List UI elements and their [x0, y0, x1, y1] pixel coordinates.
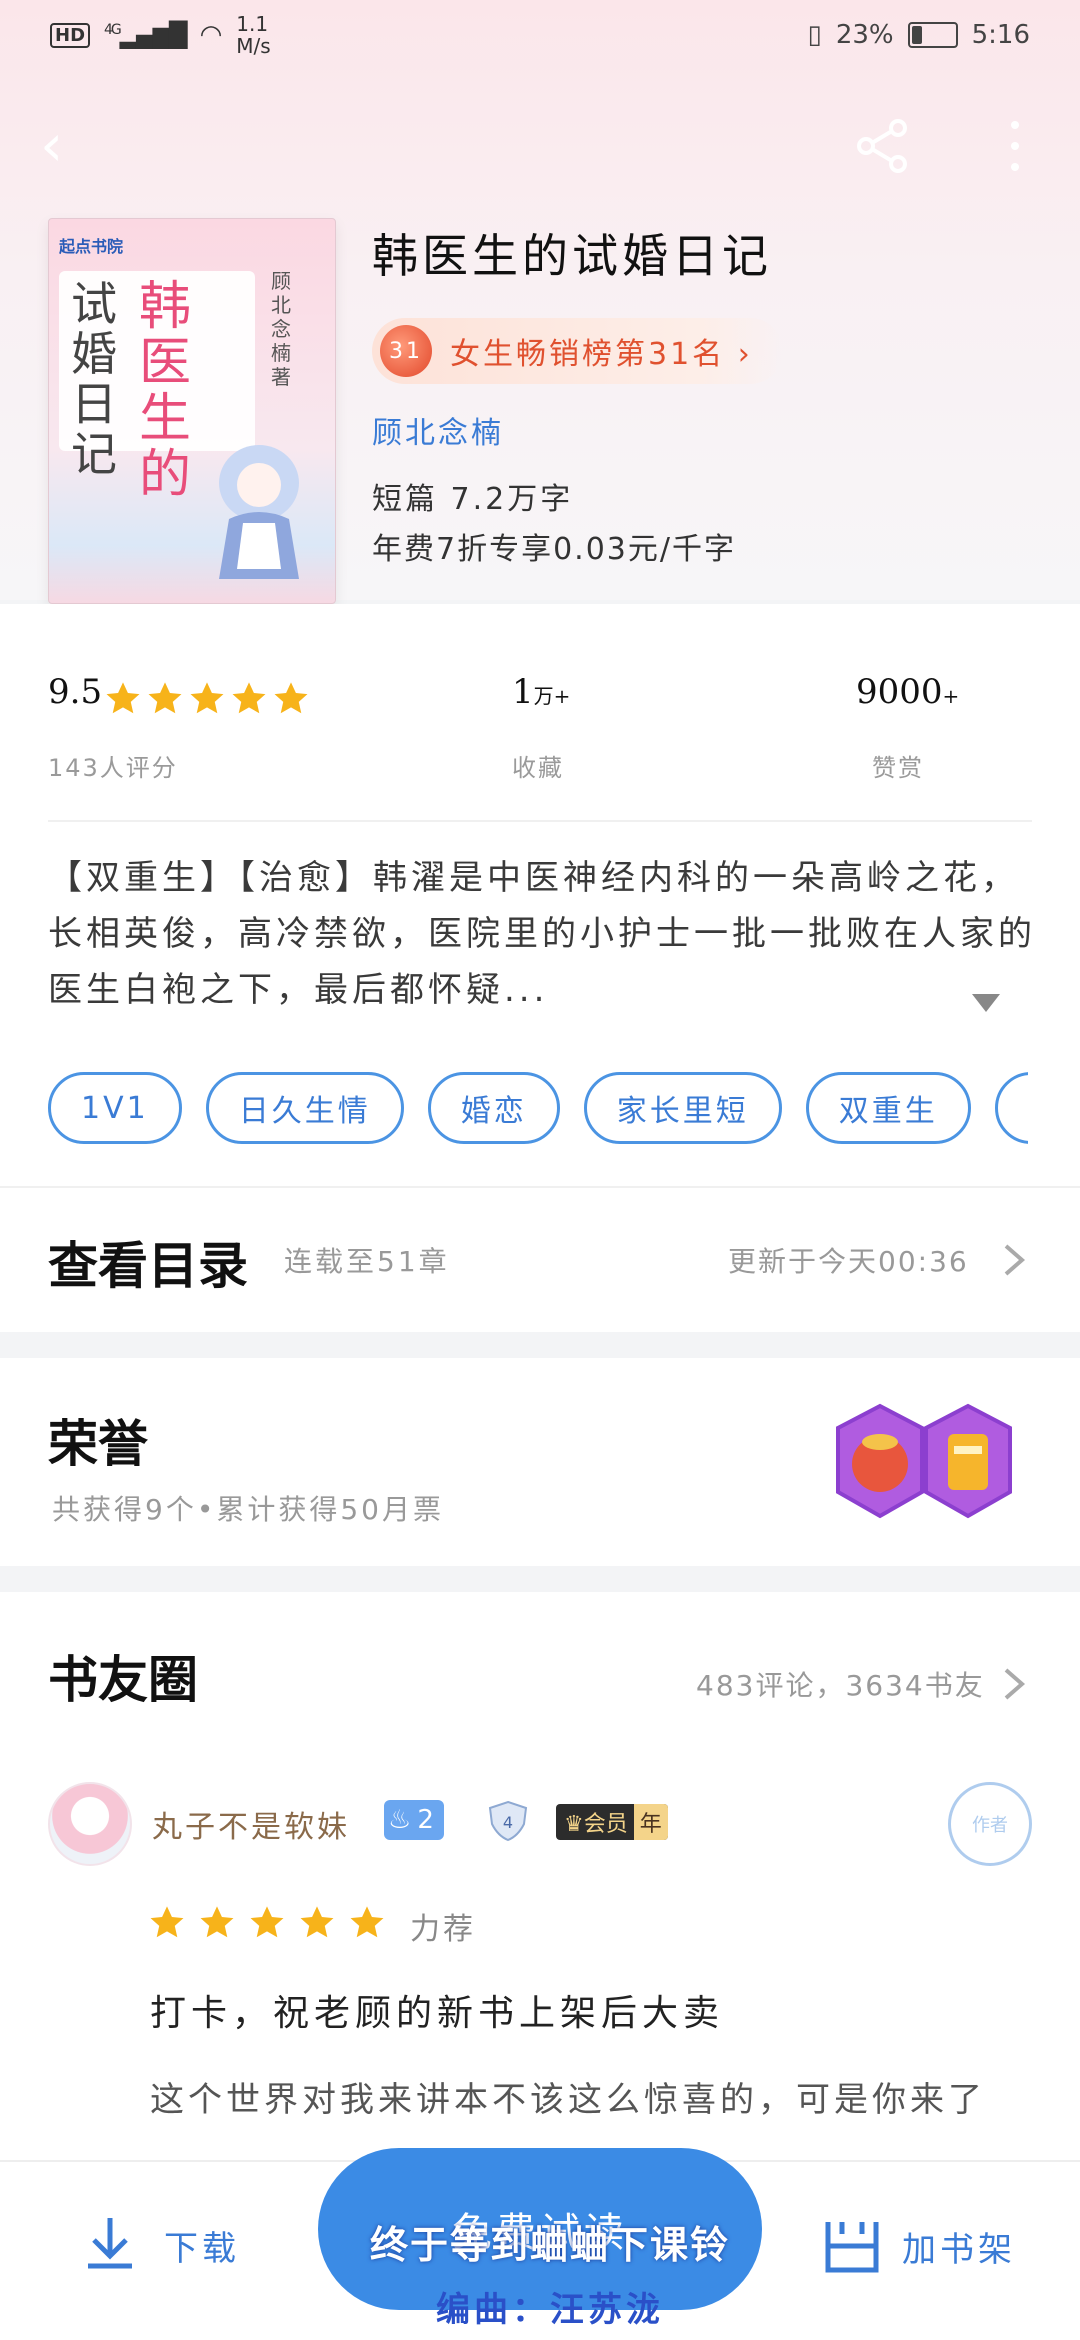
tag-list: 1V1 日久生情婚恋家长里短双重生甜宠	[48, 1072, 1028, 1148]
svg-text:4: 4	[503, 1813, 513, 1832]
rank-number: 31	[380, 325, 432, 377]
circle-stats[interactable]: 483评论，3634书友	[696, 1664, 985, 1704]
book-intro[interactable]: 【双重生】【治愈】韩濯是中医神经内科的一朵高岭之花，长相英俊，高冷禁欲，医院里的…	[48, 850, 1038, 1018]
book-cover[interactable]: 起点书院 试婚日记 韩医生的 顾北念楠 著	[48, 218, 336, 604]
honor-title: 荣誉	[48, 1415, 148, 1473]
catalog-updated: 更新于今天00:36	[728, 1245, 969, 1278]
star-icon	[274, 682, 308, 714]
catalog-title: 查看目录	[48, 1237, 248, 1295]
circle-title: 书友圈	[48, 1651, 198, 1709]
book-length: 短篇 7.2万字	[372, 482, 574, 517]
add-to-shelf-button[interactable]: 加书架	[820, 2214, 1016, 2278]
lyric-overlay-line2: 编曲：汪苏泷	[436, 2290, 664, 2330]
share-icon[interactable]	[850, 114, 914, 178]
collect-value: 1万+	[512, 672, 571, 712]
lyric-overlay-line1: 终于等到蛐蛐下课铃	[369, 2223, 730, 2267]
star-icon	[232, 682, 266, 714]
fan-level-badge: ♨ 2	[384, 1800, 444, 1840]
star-icon	[106, 682, 140, 714]
network-speed: 1.1 M/s	[236, 12, 271, 58]
cover-illustration	[219, 445, 299, 579]
review-title[interactable]: 打卡，祝老顾的新书上架后大卖	[150, 1984, 724, 2036]
bookshelf-icon	[825, 2222, 879, 2273]
cover-title-b: 韩医生的	[139, 277, 192, 505]
back-arrow-icon[interactable]: ‹	[40, 116, 90, 174]
cover-title-a: 试婚日记	[71, 277, 117, 481]
honor-badges-icon[interactable]	[830, 1398, 1030, 1528]
review-tag: 力荐	[410, 1912, 476, 1947]
tag-chip[interactable]: 双重生	[805, 1072, 971, 1144]
rank-badge[interactable]: 31 女生畅销榜第31名 ›	[372, 318, 783, 384]
status-bar: HD 4G▂▄▆█ ◠ 1.1 M/s ▯ 23% 5:16	[0, 0, 1080, 70]
rating-stars	[104, 680, 310, 718]
expand-caret-icon[interactable]	[972, 994, 1000, 1012]
author-stamp-icon: 作者	[948, 1782, 1032, 1866]
book-title: 韩医生的试婚日记	[372, 229, 772, 283]
tag-chip[interactable]: 婚恋	[427, 1072, 560, 1144]
rating-value: 9.5	[48, 672, 103, 712]
honor-summary: 共获得9个•累计获得50月票	[52, 1493, 444, 1526]
tag-chip[interactable]: 甜宠	[994, 1072, 1028, 1144]
battery-icon	[907, 22, 958, 48]
review-username[interactable]: 丸子不是软妹	[152, 1802, 350, 1846]
chevron-right-icon[interactable]	[1000, 1242, 1030, 1278]
shelf-label: 加书架	[902, 2229, 1016, 2270]
cover-author: 顾北念楠 著	[271, 269, 291, 389]
download-button[interactable]: 下载	[82, 2214, 240, 2276]
rank-label: 女生畅销榜第31名 ›	[450, 337, 753, 372]
divider	[48, 820, 1032, 822]
star-icon	[200, 1906, 234, 1938]
rating-count: 143人评分	[48, 754, 178, 782]
star-icon	[350, 1906, 384, 1938]
clock: 5:16	[971, 20, 1030, 50]
catalog-progress: 连载至51章	[284, 1245, 450, 1278]
download-label: 下载	[164, 2228, 240, 2269]
hd-icon: HD	[50, 22, 91, 48]
signal-icon: 4G▂▄▆█	[104, 21, 188, 49]
shield-icon: 4	[488, 1800, 528, 1842]
download-icon	[88, 2218, 132, 2269]
reward-label: 赞赏	[872, 754, 924, 782]
cover-publisher: 起点书院	[59, 237, 124, 256]
vibrate-icon: ▯	[807, 20, 822, 50]
star-icon	[150, 1906, 184, 1938]
tag-chip[interactable]: 1V1	[48, 1072, 182, 1144]
book-price: 年费7折专享0.03元/千字	[372, 532, 736, 567]
author-link[interactable]: 顾北念楠	[372, 408, 504, 452]
star-icon	[300, 1906, 334, 1938]
reward-value: 9000+	[856, 672, 960, 712]
battery-percent: 23%	[835, 20, 894, 50]
chevron-right-icon[interactable]	[1000, 1666, 1030, 1702]
collect-label: 收藏	[512, 754, 564, 782]
star-icon	[190, 682, 224, 714]
star-icon	[250, 1906, 284, 1938]
tag-chip[interactable]: 日久生情	[205, 1072, 404, 1144]
review-stars	[148, 1904, 386, 1942]
avatar[interactable]	[48, 1782, 132, 1866]
vip-badge: ♛会员 年	[556, 1804, 668, 1840]
top-nav: ‹	[0, 100, 1080, 190]
tag-chip[interactable]: 家长里短	[583, 1072, 782, 1144]
more-icon[interactable]	[1000, 114, 1030, 178]
wifi-icon: ◠	[199, 20, 223, 50]
star-icon	[148, 682, 182, 714]
flame-icon: ♨	[388, 1805, 412, 1835]
